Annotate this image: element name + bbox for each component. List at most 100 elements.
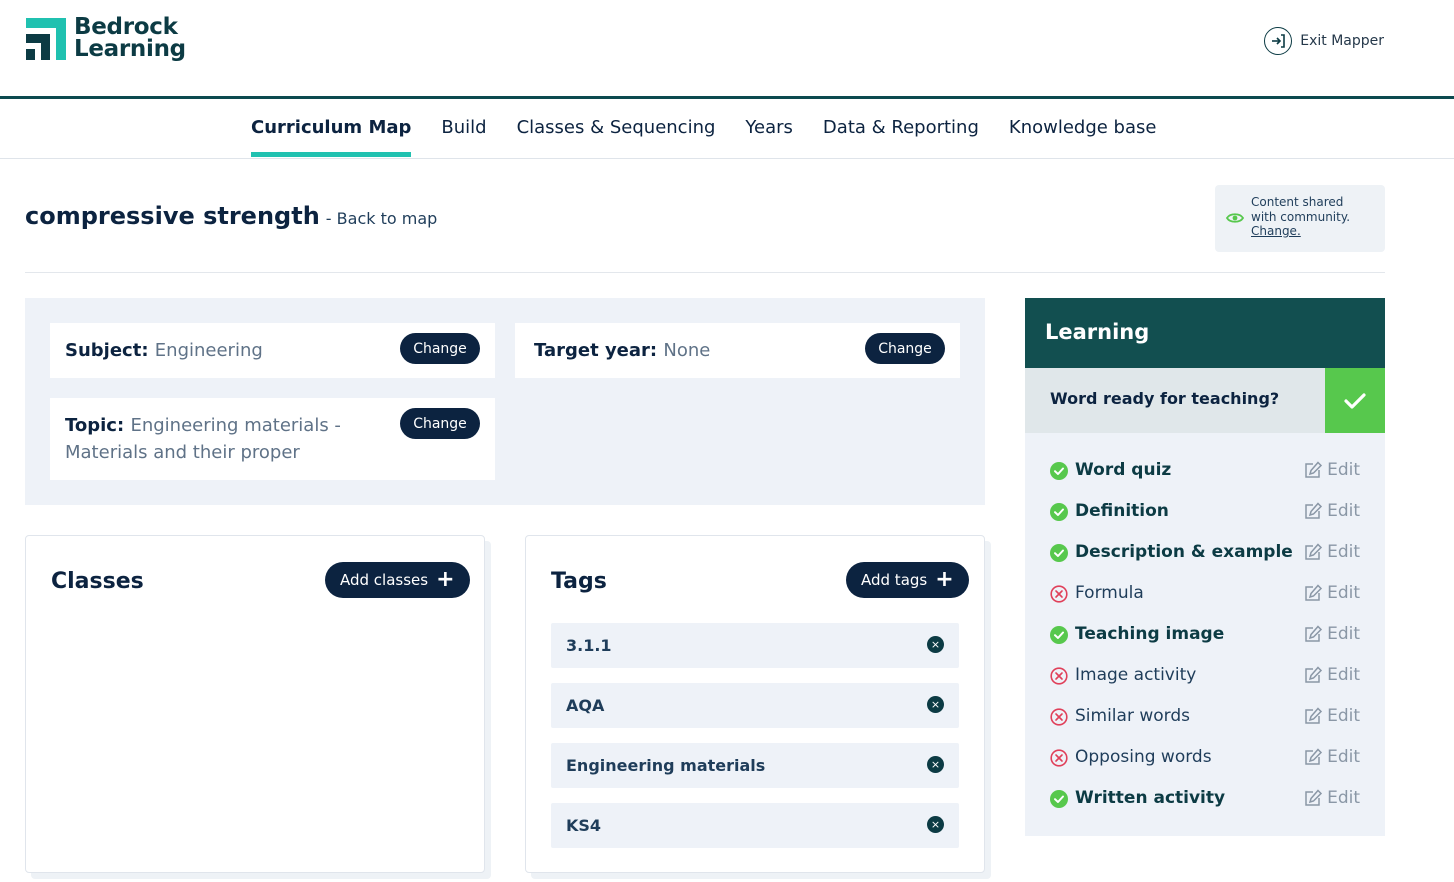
activity-row-word-quiz: Word quiz Edit xyxy=(1050,459,1360,483)
topic-card: Topic: Engineering materials - Materials… xyxy=(50,398,495,480)
change-topic-button[interactable]: Change xyxy=(400,408,480,439)
ready-for-teaching-toggle[interactable] xyxy=(1325,368,1385,433)
tab-curriculum-map[interactable]: Curriculum Map xyxy=(251,117,412,157)
tags-title: Tags xyxy=(551,569,607,594)
incomplete-x-icon xyxy=(1050,708,1068,726)
remove-tag-icon[interactable]: × xyxy=(927,636,944,653)
exit-icon xyxy=(1264,27,1293,55)
edit-pencil-icon xyxy=(1305,666,1323,683)
activity-row-similar-words: Similar words Edit xyxy=(1050,705,1360,729)
share-line-1: Content shared xyxy=(1251,195,1344,209)
change-target-year-button[interactable]: Change xyxy=(865,333,945,364)
edit-activity-button[interactable]: Edit xyxy=(1304,747,1360,767)
subject-card: Subject: Engineering Change xyxy=(50,323,495,378)
activity-label: Description & example xyxy=(1075,542,1293,562)
add-classes-label: Add classes xyxy=(340,571,429,589)
activity-row-formula: Formula Edit xyxy=(1050,582,1360,606)
remove-tag-icon[interactable]: × xyxy=(927,756,944,773)
topic-value-line-2: Materials and their proper xyxy=(65,442,300,463)
incomplete-x-icon xyxy=(1050,749,1068,767)
edit-activity-button[interactable]: Edit xyxy=(1304,542,1360,562)
tab-years[interactable]: Years xyxy=(745,117,793,138)
edit-activity-button[interactable]: Edit xyxy=(1304,624,1360,644)
share-change-link[interactable]: Change. xyxy=(1251,224,1350,239)
add-tags-button[interactable]: Add tags + xyxy=(846,562,969,598)
exit-mapper-label: Exit Mapper xyxy=(1300,33,1384,49)
main-nav: Curriculum Map Build Classes & Sequencin… xyxy=(0,99,1454,159)
activity-row-description-example: Description & example Edit xyxy=(1050,541,1360,565)
topic-key: Topic: xyxy=(65,415,125,436)
edit-label: Edit xyxy=(1327,542,1360,562)
plus-icon: + xyxy=(935,567,954,592)
target-year-value: None xyxy=(663,340,711,361)
bedrock-logo-mark-icon xyxy=(26,18,66,60)
classes-title: Classes xyxy=(51,569,144,594)
back-to-map-link[interactable]: - Back to map xyxy=(326,209,437,228)
edit-activity-button[interactable]: Edit xyxy=(1304,501,1360,521)
tag-label: AQA xyxy=(566,696,605,715)
activity-row-teaching-image: Teaching image Edit xyxy=(1050,623,1360,647)
share-line-2: with community. xyxy=(1251,209,1351,224)
page-title-row: compressive strength - Back to map xyxy=(25,202,437,230)
complete-check-icon xyxy=(1050,503,1068,521)
activity-label: Word quiz xyxy=(1075,460,1172,480)
edit-pencil-icon xyxy=(1305,543,1323,560)
topic-text: Topic: Engineering materials - Materials… xyxy=(65,412,385,466)
target-year-text: Target year: None xyxy=(534,337,710,364)
topic-value-line-1: Engineering materials - xyxy=(130,415,341,436)
activity-label: Definition xyxy=(1075,501,1169,521)
edit-pencil-icon xyxy=(1305,707,1323,724)
share-text: Content shared with community. Change. xyxy=(1251,195,1350,239)
tab-classes-sequencing[interactable]: Classes & Sequencing xyxy=(517,117,716,138)
edit-pencil-icon xyxy=(1305,748,1323,765)
eye-icon xyxy=(1226,213,1244,223)
complete-check-icon xyxy=(1050,790,1068,808)
change-subject-button[interactable]: Change xyxy=(400,333,480,364)
learning-panel: Learning Word ready for teaching? Word q… xyxy=(1025,298,1385,836)
subject-key: Subject: xyxy=(65,340,149,361)
edit-label: Edit xyxy=(1327,665,1360,685)
tab-data-reporting[interactable]: Data & Reporting xyxy=(823,117,979,138)
complete-check-icon xyxy=(1050,626,1068,644)
complete-check-icon xyxy=(1050,544,1068,562)
remove-tag-icon[interactable]: × xyxy=(927,696,944,713)
learning-title: Learning xyxy=(1045,320,1150,344)
edit-pencil-icon xyxy=(1305,625,1323,642)
edit-label: Edit xyxy=(1327,706,1360,726)
edit-activity-button[interactable]: Edit xyxy=(1304,460,1360,480)
edit-activity-button[interactable]: Edit xyxy=(1304,788,1360,808)
ready-for-teaching-label: Word ready for teaching? xyxy=(1050,389,1280,408)
app-header: Bedrock Learning Exit Mapper xyxy=(0,0,1454,96)
activity-label: Similar words xyxy=(1075,706,1190,726)
tag-item: AQA × xyxy=(551,683,959,728)
edit-activity-button[interactable]: Edit xyxy=(1304,583,1360,603)
incomplete-x-icon xyxy=(1050,585,1068,603)
activity-label: Formula xyxy=(1075,583,1144,603)
logo-line-2: Learning xyxy=(74,36,186,62)
target-year-card: Target year: None Change xyxy=(515,323,960,378)
tab-knowledge-base[interactable]: Knowledge base xyxy=(1009,117,1157,138)
remove-tag-icon[interactable]: × xyxy=(927,816,944,833)
add-classes-button[interactable]: Add classes + xyxy=(325,562,470,598)
activity-label: Image activity xyxy=(1075,665,1197,685)
edit-activity-button[interactable]: Edit xyxy=(1304,665,1360,685)
edit-activity-button[interactable]: Edit xyxy=(1304,706,1360,726)
tab-build[interactable]: Build xyxy=(441,117,486,138)
activity-row-opposing-words: Opposing words Edit xyxy=(1050,746,1360,770)
exit-mapper-button[interactable]: Exit Mapper xyxy=(1264,27,1384,55)
community-share-status: Content shared with community. Change. xyxy=(1215,185,1385,252)
tag-item: Engineering materials × xyxy=(551,743,959,788)
edit-pencil-icon xyxy=(1305,461,1323,478)
logo-line-1: Bedrock xyxy=(74,14,178,40)
tag-item: 3.1.1 × xyxy=(551,623,959,668)
classes-card: Classes Add classes + xyxy=(25,535,485,873)
activity-row-written-activity: Written activity Edit xyxy=(1050,787,1360,811)
bedrock-logo[interactable]: Bedrock Learning xyxy=(24,14,186,62)
target-year-key: Target year: xyxy=(534,340,658,361)
nav-items: Curriculum Map Build Classes & Sequencin… xyxy=(251,117,1186,157)
edit-label: Edit xyxy=(1327,460,1360,480)
ready-for-teaching-row: Word ready for teaching? xyxy=(1025,368,1385,433)
tag-label: Engineering materials xyxy=(566,756,766,775)
edit-pencil-icon xyxy=(1305,584,1323,601)
word-meta-panel: Subject: Engineering Change Target year:… xyxy=(25,298,985,505)
